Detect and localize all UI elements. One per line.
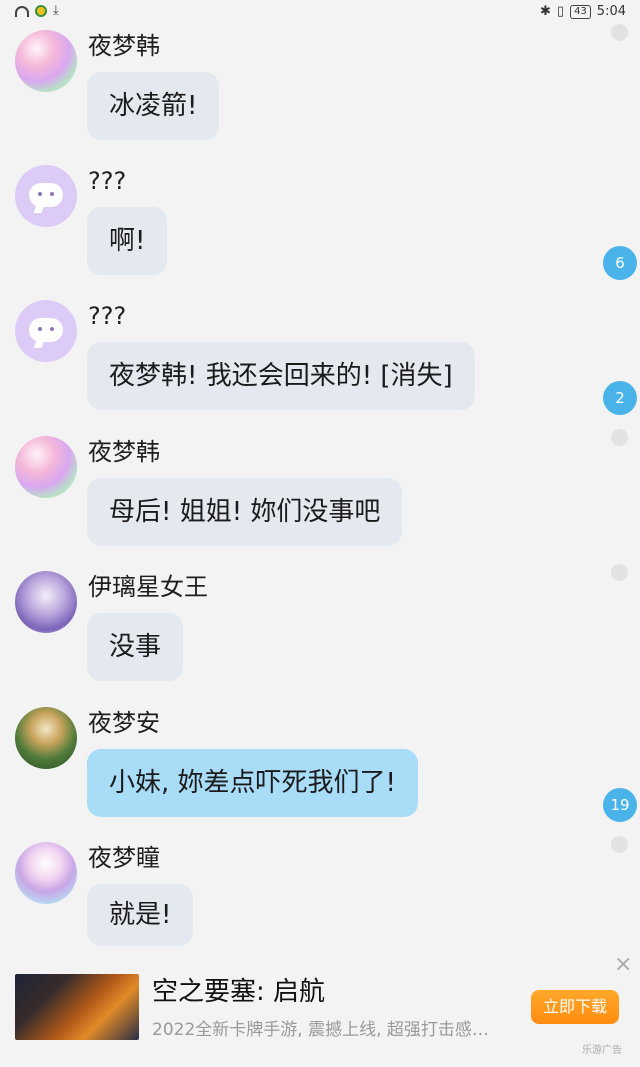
message-bubble[interactable]: 啊! bbox=[87, 207, 168, 275]
status-bar: ⤓ ✱ ▯ 43 5:04 bbox=[0, 0, 640, 26]
message-bubble[interactable]: 小妹, 妳差点吓死我们了! bbox=[87, 749, 418, 817]
comment-count-badge[interactable]: 6 bbox=[603, 246, 637, 280]
sender-name: 伊璃星女王 bbox=[88, 573, 208, 601]
reaction-dot[interactable] bbox=[611, 836, 628, 853]
sender-name: 夜梦安 bbox=[88, 709, 160, 737]
download-button[interactable]: 立即下载 bbox=[531, 990, 619, 1024]
message-bubble[interactable]: 冰凌箭! bbox=[87, 72, 220, 140]
app-notification-icon bbox=[35, 5, 47, 17]
battery-indicator: 43 bbox=[570, 4, 591, 19]
message-bubble[interactable]: 母后! 姐姐! 妳们没事吧 bbox=[87, 478, 403, 546]
anime-queen-purple-avatar[interactable] bbox=[15, 571, 77, 633]
ad-banner[interactable]: 空之要塞: 启航 2022全新卡牌手游, 震撼上线, 超强打击感… 立即下载 ×… bbox=[0, 950, 640, 1067]
ghost-chat-avatar[interactable] bbox=[15, 165, 77, 227]
message-bubble[interactable]: 没事 bbox=[87, 613, 184, 681]
reaction-dot[interactable] bbox=[611, 429, 628, 446]
anime-girl-pink-avatar[interactable] bbox=[15, 30, 77, 92]
close-icon[interactable]: × bbox=[614, 953, 632, 977]
sender-name: ??? bbox=[88, 302, 127, 330]
reaction-dot[interactable] bbox=[611, 24, 628, 41]
comment-count-badge[interactable]: 2 bbox=[603, 381, 637, 415]
chat-bubble-icon bbox=[29, 183, 63, 207]
wifi-icon bbox=[15, 5, 29, 17]
anime-girl-lilac-avatar[interactable] bbox=[15, 842, 77, 904]
vibrate-icon: ▯ bbox=[556, 4, 565, 19]
reaction-dot[interactable] bbox=[611, 564, 628, 581]
ad-description: 2022全新卡牌手游, 震撼上线, 超强打击感… bbox=[152, 1020, 489, 1040]
message-bubble[interactable]: 夜梦韩! 我还会回来的! [消失] bbox=[87, 342, 475, 410]
ghost-chat-avatar[interactable] bbox=[15, 300, 77, 362]
download-icon: ⤓ bbox=[53, 3, 59, 18]
ad-game-thumbnail[interactable] bbox=[15, 974, 139, 1040]
sender-name: 夜梦韩 bbox=[88, 32, 160, 60]
sender-name: 夜梦瞳 bbox=[88, 844, 160, 872]
ad-source-label: 乐游广告 bbox=[582, 1045, 622, 1056]
anime-girl-pink-avatar[interactable] bbox=[15, 436, 77, 498]
bluetooth-icon: ✱ bbox=[540, 4, 551, 19]
sender-name: ??? bbox=[88, 167, 127, 195]
message-bubble[interactable]: 就是! bbox=[87, 884, 194, 946]
anime-girl-green-avatar[interactable] bbox=[15, 707, 77, 769]
comment-count-badge[interactable]: 19 bbox=[603, 788, 637, 822]
ad-title[interactable]: 空之要塞: 启航 bbox=[152, 974, 325, 1010]
clock: 5:04 bbox=[596, 4, 626, 19]
chat-bubble-icon bbox=[29, 318, 63, 342]
sender-name: 夜梦韩 bbox=[88, 438, 160, 466]
